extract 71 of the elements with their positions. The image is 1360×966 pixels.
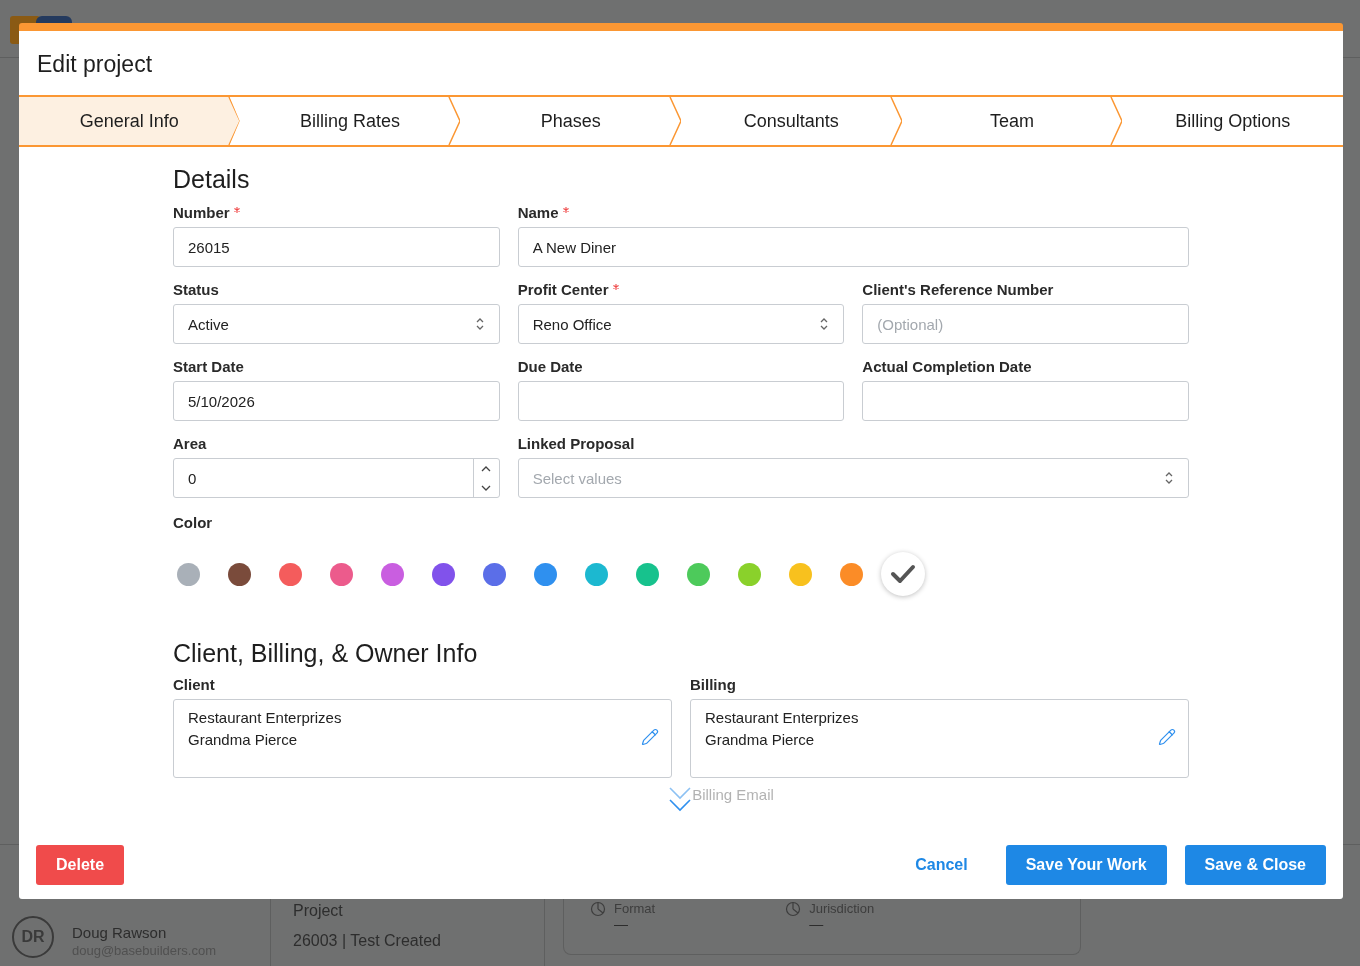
field-label: Client	[173, 676, 215, 693]
step-tab[interactable]: Team	[901, 97, 1123, 145]
required-icon	[233, 207, 240, 213]
color-swatch[interactable]	[228, 562, 251, 586]
section-heading: Client, Billing, & Owner Info	[173, 639, 479, 668]
field-label: Linked Proposal	[517, 435, 635, 452]
color-swatch[interactable]	[585, 562, 608, 586]
user-name: Doug Rawson	[72, 924, 168, 941]
required-icon	[562, 207, 569, 213]
fact-value: —	[614, 916, 629, 932]
field-label: Start Date	[173, 358, 244, 375]
edit-button[interactable]	[641, 728, 661, 748]
input-field[interactable]	[517, 381, 845, 421]
input-field[interactable]	[862, 381, 1189, 421]
chevron-up-down-icon	[1164, 471, 1174, 485]
chevron-up-down-icon	[474, 317, 485, 331]
step-tab[interactable]: Consultants	[681, 97, 902, 145]
field-label: Actual Completion Date	[862, 358, 1032, 375]
number-field[interactable]: 0	[173, 458, 500, 498]
project-value: 26003 | Test Created	[293, 932, 442, 950]
input-field[interactable]: 26015	[173, 227, 500, 267]
field-label: Status	[173, 281, 219, 298]
color-swatch[interactable]	[789, 562, 812, 586]
chevron-up-down-icon	[819, 317, 830, 331]
field-label: Client's Reference Number	[862, 281, 1054, 298]
color-swatch[interactable]	[636, 562, 659, 586]
color-swatch[interactable]	[279, 562, 302, 586]
edit-button[interactable]	[1158, 728, 1178, 748]
card-line: Grandma Pierce	[188, 731, 298, 748]
pie-chart-icon	[785, 901, 802, 917]
color-swatch[interactable]	[840, 562, 863, 586]
color-swatch[interactable]	[687, 562, 710, 586]
color-swatch[interactable]	[432, 562, 455, 586]
field-label: Billing Email	[692, 786, 774, 803]
delete-button[interactable]: Delete	[36, 845, 125, 885]
project-label: Project	[293, 902, 344, 920]
required-icon	[612, 284, 619, 290]
color-swatch[interactable]	[330, 562, 353, 586]
section-heading: Details	[173, 165, 251, 194]
card-line: Restaurant Enterprizes	[188, 709, 342, 726]
chevron-up-icon[interactable]	[481, 465, 492, 472]
color-swatch[interactable]	[177, 562, 200, 586]
field-label: Due Date	[517, 358, 583, 375]
fact-value: —	[809, 916, 825, 932]
save-button[interactable]: Save Your Work	[1005, 845, 1167, 885]
chevron-down-icon[interactable]	[481, 484, 492, 491]
select-field[interactable]: Reno Office	[517, 304, 845, 344]
field-label: Color	[173, 514, 213, 531]
pie-chart-icon	[590, 901, 606, 917]
color-swatch[interactable]	[381, 562, 404, 586]
check-icon	[890, 564, 916, 584]
field-label: Number	[173, 204, 230, 221]
dialog-title: Edit project	[36, 50, 154, 79]
color-swatch[interactable]	[738, 562, 761, 586]
cancel-button[interactable]: Cancel	[895, 845, 988, 885]
field-label: Profit Center	[517, 281, 609, 298]
field-label: Billing	[690, 676, 736, 693]
save-close-button[interactable]: Save & Close	[1184, 845, 1326, 885]
field-label: Area	[173, 435, 207, 452]
select-field[interactable]: Active	[173, 304, 500, 344]
field-label: Name	[517, 204, 559, 221]
scroll-down-icon[interactable]	[668, 786, 693, 814]
input-field[interactable]: 5/10/2026	[173, 381, 500, 421]
color-swatch[interactable]	[534, 562, 557, 586]
input-field[interactable]: A New Diner	[517, 227, 1189, 267]
card-line: Grandma Pierce	[705, 731, 815, 748]
step-tab[interactable]: General Info	[19, 97, 240, 145]
color-swatch[interactable]	[483, 562, 506, 586]
step-tab[interactable]: Phases	[460, 97, 681, 145]
color-swatch[interactable]	[881, 552, 925, 596]
card-line: Restaurant Enterprizes	[705, 709, 859, 726]
